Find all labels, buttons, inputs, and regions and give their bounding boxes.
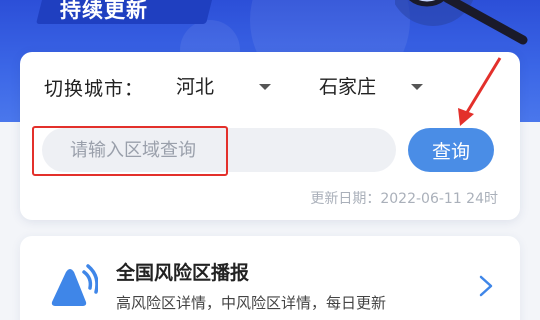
query-button[interactable]: 查询 [408, 128, 494, 172]
chevron-down-icon[interactable] [411, 84, 423, 90]
chevron-right-icon[interactable] [478, 274, 494, 298]
broadcast-icon [51, 264, 98, 306]
city-search-card: 切换城市： 河北 石家庄 查询 更新日期：2022-06-11 24时 [20, 52, 520, 220]
risk-area-card[interactable]: 全国风险区播报 高风险区详情，中风险区详情，每日更新 [20, 236, 520, 320]
region-search-input[interactable] [42, 128, 396, 172]
magnifier-virus-icon [395, 0, 528, 45]
risk-card-title: 全国风险区播报 [116, 262, 250, 284]
banner-title: 持续更新 [60, 0, 148, 22]
city-switch-label: 切换城市： [44, 78, 145, 100]
province-value: 河北 [176, 75, 215, 98]
city-value: 石家庄 [319, 75, 377, 98]
risk-card-subtitle: 高风险区详情，中风险区详情，每日更新 [116, 294, 387, 312]
update-date: 更新日期：2022-06-11 24时 [310, 191, 498, 207]
chevron-down-icon[interactable] [259, 84, 271, 90]
